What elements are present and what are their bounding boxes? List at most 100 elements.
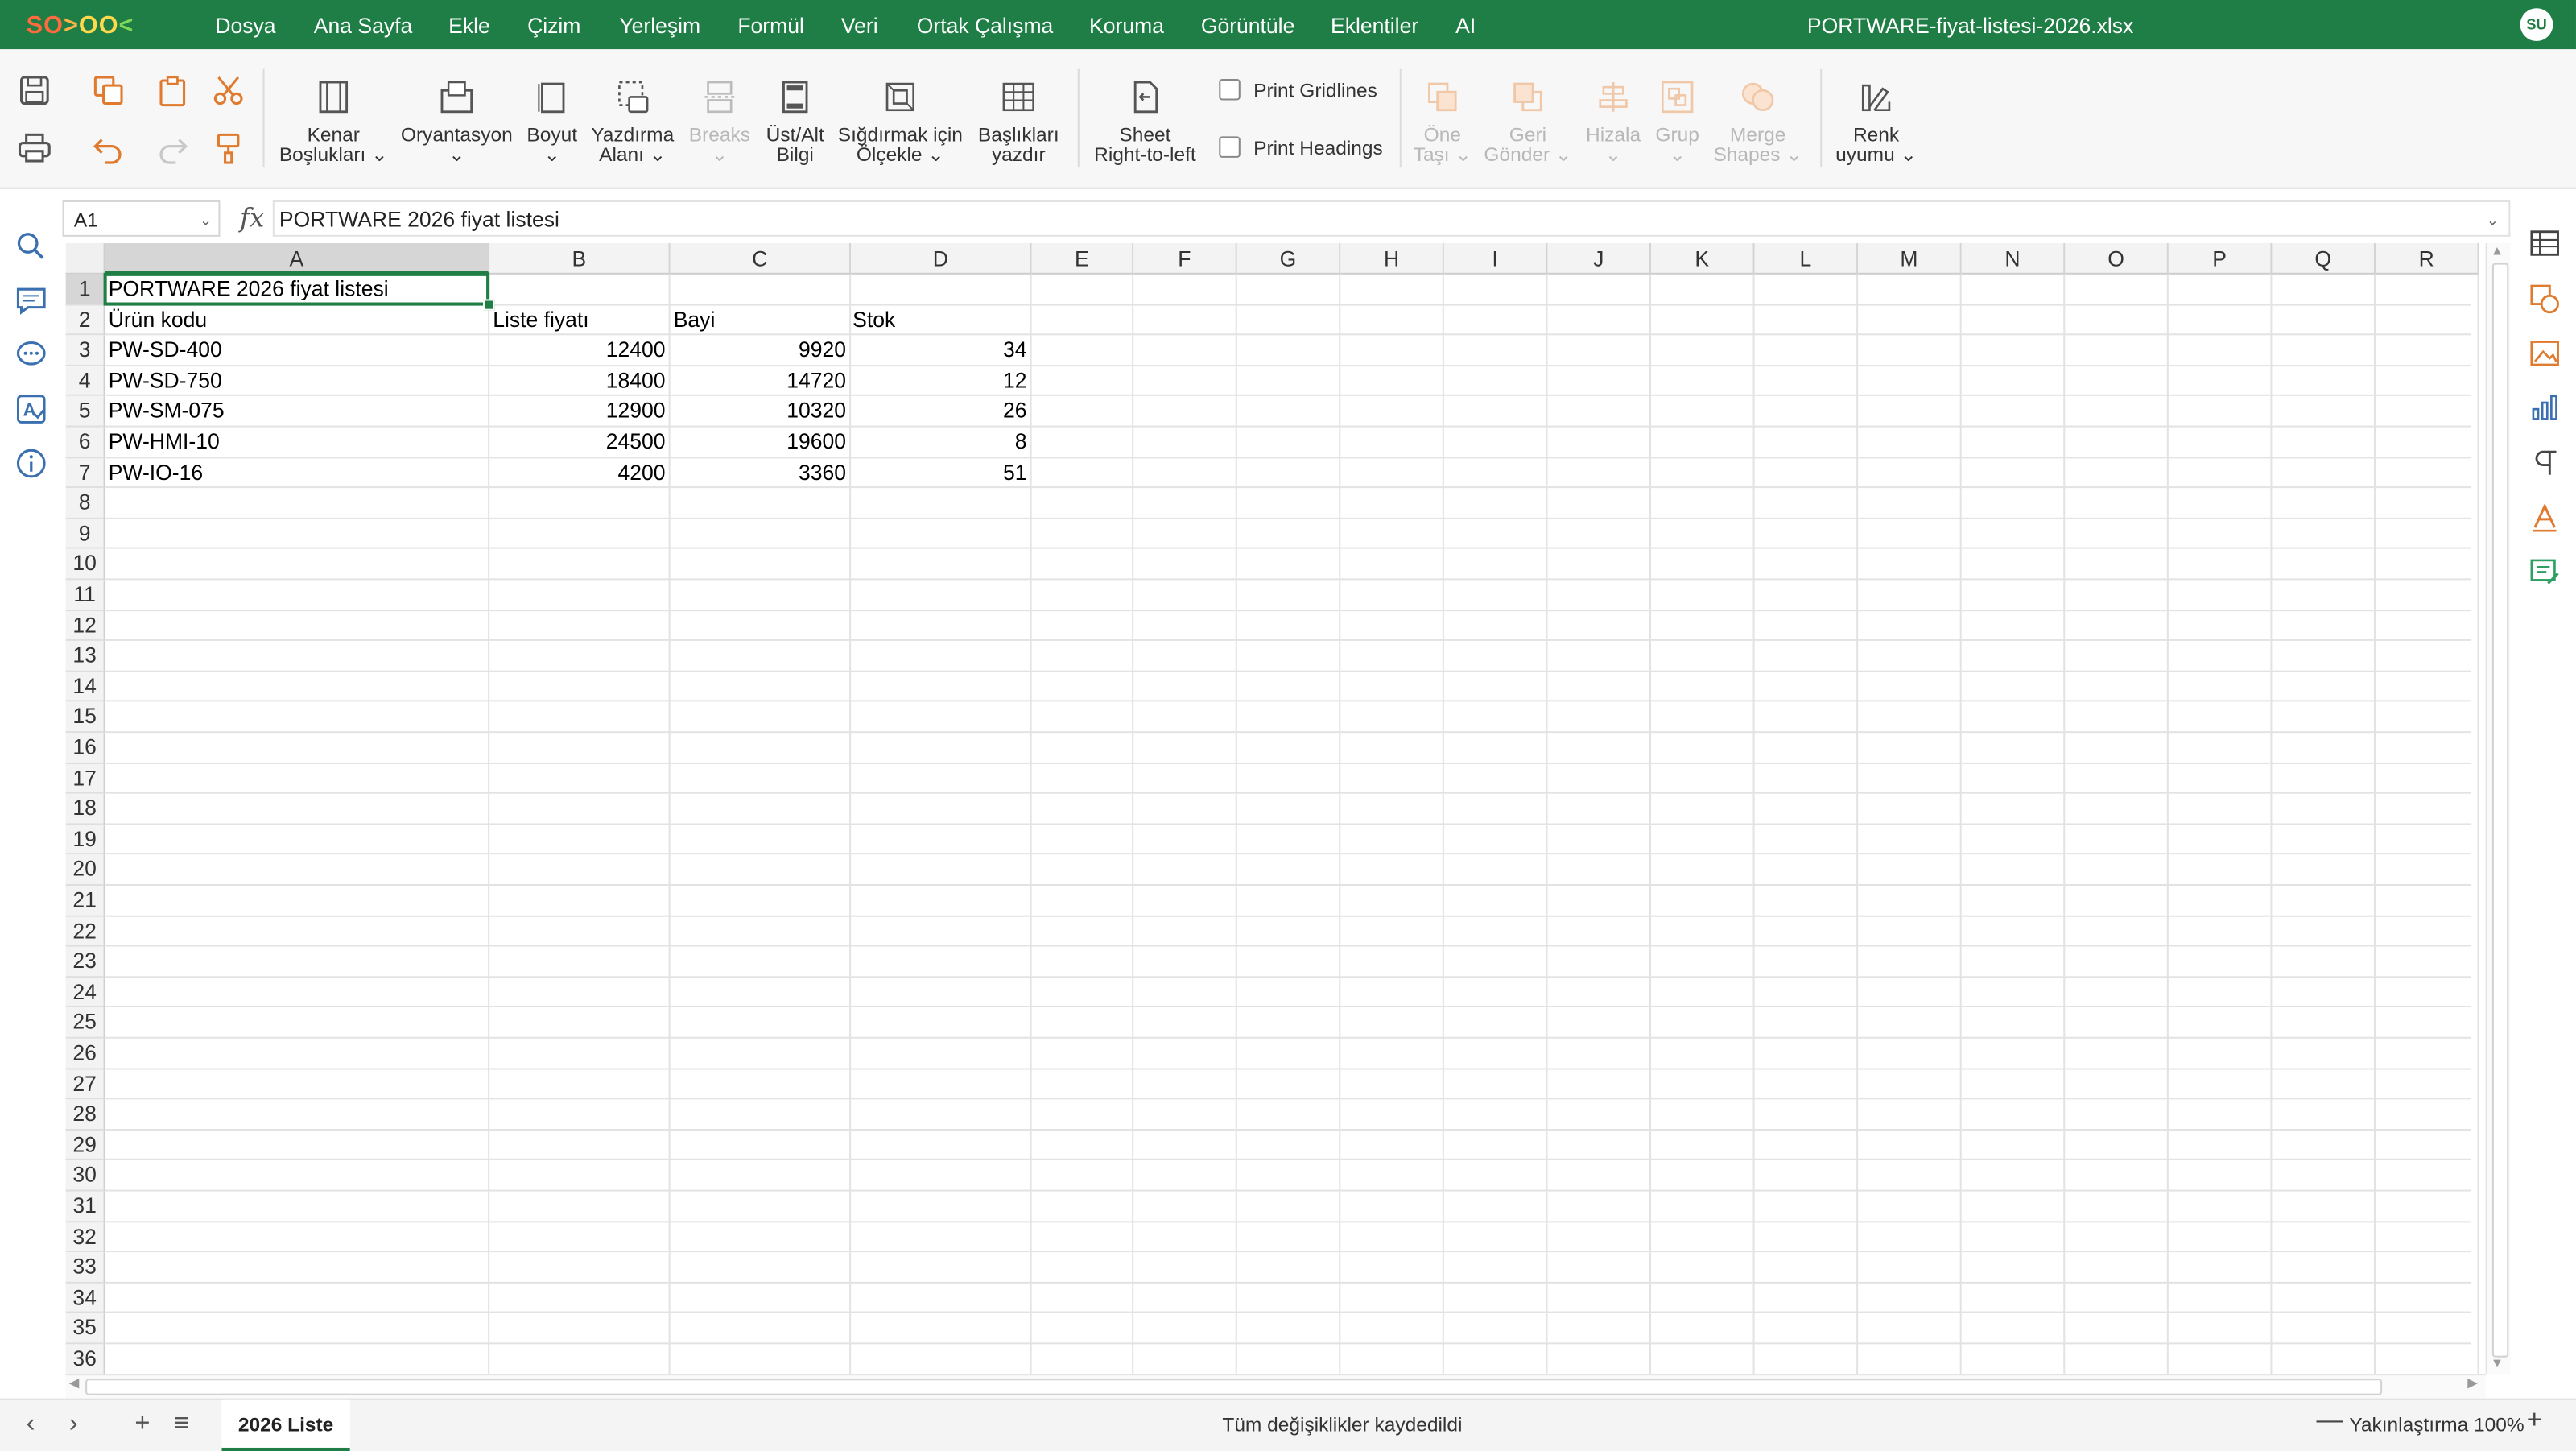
cut-icon[interactable] bbox=[210, 72, 246, 109]
cell-a2-header[interactable]: Ürün kodu bbox=[109, 306, 207, 336]
header-footer-button[interactable]: Üst/Alt Bilgi bbox=[759, 79, 832, 164]
column-header-i[interactable]: I bbox=[1443, 243, 1548, 275]
menu-yerlesim[interactable]: Yerleşim bbox=[619, 13, 700, 38]
cell-d4[interactable]: 12 bbox=[849, 366, 1027, 396]
row-header-9[interactable]: 9 bbox=[65, 519, 105, 550]
paragraph-settings-icon[interactable] bbox=[2529, 447, 2562, 480]
cell-a7[interactable]: PW-IO-16 bbox=[109, 458, 203, 488]
next-sheet-icon[interactable]: › bbox=[69, 1410, 78, 1440]
align-button[interactable]: Hizala ⌄ bbox=[1580, 79, 1646, 164]
scroll-up-icon[interactable]: ▲ bbox=[2491, 243, 2504, 258]
row-header-30[interactable]: 30 bbox=[65, 1160, 105, 1192]
fill-handle[interactable] bbox=[482, 299, 495, 311]
user-avatar[interactable]: SU bbox=[2520, 8, 2553, 42]
chevron-down-icon[interactable]: ⌄ bbox=[200, 202, 212, 238]
shape-settings-icon[interactable] bbox=[2529, 283, 2562, 316]
cell-b4[interactable]: 18400 bbox=[488, 366, 666, 396]
prev-sheet-icon[interactable]: ‹ bbox=[27, 1410, 35, 1440]
column-header-l[interactable]: L bbox=[1754, 243, 1859, 275]
sheet-tab[interactable]: 2026 Liste bbox=[221, 1399, 350, 1451]
cell-d6[interactable]: 8 bbox=[849, 428, 1027, 457]
merge-shapes-button[interactable]: Merge Shapes ⌄ bbox=[1712, 79, 1804, 164]
send-backward-button[interactable]: Geri Gönder ⌄ bbox=[1482, 79, 1574, 164]
column-header-b[interactable]: B bbox=[489, 243, 671, 275]
checkbox-box[interactable] bbox=[1219, 78, 1241, 101]
menu-ekle[interactable]: Ekle bbox=[448, 13, 490, 38]
scroll-thumb[interactable] bbox=[2491, 263, 2509, 1358]
cell-b6[interactable]: 24500 bbox=[488, 428, 666, 457]
redo-icon[interactable] bbox=[155, 130, 191, 166]
signature-icon[interactable] bbox=[2529, 556, 2562, 589]
sheet-list-icon[interactable]: ≡ bbox=[174, 1410, 189, 1440]
row-header-6[interactable]: 6 bbox=[65, 427, 105, 458]
name-box[interactable]: A1 ⌄ bbox=[62, 200, 221, 238]
column-header-g[interactable]: G bbox=[1236, 243, 1341, 275]
breaks-button[interactable]: Breaks ⌄ bbox=[687, 79, 753, 164]
column-header-r[interactable]: R bbox=[2375, 243, 2479, 275]
add-sheet-icon[interactable]: + bbox=[134, 1410, 150, 1440]
chat-icon[interactable] bbox=[14, 338, 47, 371]
column-header-h[interactable]: H bbox=[1340, 243, 1444, 275]
menu-dosya[interactable]: Dosya bbox=[215, 13, 275, 38]
scroll-right-icon[interactable]: ▶ bbox=[2467, 1375, 2478, 1390]
column-header-c[interactable]: C bbox=[670, 243, 852, 275]
chevron-down-icon[interactable]: ⌄ bbox=[2487, 202, 2499, 238]
row-header-33[interactable]: 33 bbox=[65, 1252, 105, 1284]
cell-a4[interactable]: PW-SD-750 bbox=[109, 366, 222, 396]
row-header-15[interactable]: 15 bbox=[65, 702, 105, 734]
size-button[interactable]: Boyut ⌄ bbox=[519, 79, 585, 164]
cell-a6[interactable]: PW-HMI-10 bbox=[109, 428, 220, 457]
cell-a3[interactable]: PW-SD-400 bbox=[109, 336, 222, 366]
row-header-10[interactable]: 10 bbox=[65, 549, 105, 581]
cell-c7[interactable]: 3360 bbox=[669, 458, 846, 488]
cell-c4[interactable]: 14720 bbox=[669, 366, 846, 396]
cell-c5[interactable]: 10320 bbox=[669, 397, 846, 427]
chart-settings-icon[interactable] bbox=[2529, 391, 2562, 424]
cell-b3[interactable]: 12400 bbox=[488, 336, 666, 366]
column-header-q[interactable]: Q bbox=[2272, 243, 2376, 275]
row-header-26[interactable]: 26 bbox=[65, 1038, 105, 1069]
menu-goruntule[interactable]: Görüntüle bbox=[1201, 13, 1295, 38]
info-icon[interactable] bbox=[14, 447, 47, 480]
cell-settings-icon[interactable] bbox=[2529, 227, 2562, 260]
menu-ortak-calisma[interactable]: Ortak Çalışma bbox=[917, 13, 1054, 38]
row-header-28[interactable]: 28 bbox=[65, 1099, 105, 1131]
row-header-22[interactable]: 22 bbox=[65, 916, 105, 947]
search-icon[interactable] bbox=[14, 230, 47, 263]
scroll-left-icon[interactable]: ◀ bbox=[69, 1375, 80, 1390]
cell-b5[interactable]: 12900 bbox=[488, 397, 666, 427]
row-header-31[interactable]: 31 bbox=[65, 1191, 105, 1222]
scale-to-fit-button[interactable]: Sığdırmak için Ölçekle ⌄ bbox=[835, 79, 966, 164]
row-header-23[interactable]: 23 bbox=[65, 946, 105, 978]
sheet-rtl-button[interactable]: Sheet Right-to-left bbox=[1088, 79, 1203, 164]
menu-eklentiler[interactable]: Eklentiler bbox=[1331, 13, 1418, 38]
row-header-7[interactable]: 7 bbox=[65, 457, 105, 489]
horizontal-scrollbar[interactable]: ◀ ▶ bbox=[65, 1374, 2486, 1399]
orientation-button[interactable]: Oryantasyon ⌄ bbox=[394, 79, 519, 164]
text-art-icon[interactable] bbox=[2529, 501, 2562, 534]
comment-icon[interactable] bbox=[14, 284, 47, 317]
column-header-a[interactable]: A bbox=[105, 243, 490, 275]
vertical-scrollbar[interactable]: ▲ ▼ bbox=[2485, 243, 2511, 1375]
print-gridlines-checkbox[interactable]: Print Gridlines bbox=[1219, 78, 1377, 102]
menu-cizim[interactable]: Çizim bbox=[527, 13, 580, 38]
cell-c3[interactable]: 9920 bbox=[669, 336, 846, 366]
cell-c2-header[interactable]: Bayi bbox=[674, 306, 716, 336]
column-header-d[interactable]: D bbox=[851, 243, 1032, 275]
spellcheck-icon[interactable]: A bbox=[14, 393, 47, 426]
row-header-20[interactable]: 20 bbox=[65, 855, 105, 886]
cell-d3[interactable]: 34 bbox=[849, 336, 1027, 366]
column-header-f[interactable]: F bbox=[1133, 243, 1237, 275]
row-header-12[interactable]: 12 bbox=[65, 610, 105, 642]
row-header-17[interactable]: 17 bbox=[65, 763, 105, 795]
menu-veri[interactable]: Veri bbox=[841, 13, 878, 38]
row-header-25[interactable]: 25 bbox=[65, 1007, 105, 1039]
zoom-out-icon[interactable]: — bbox=[2317, 1407, 2343, 1437]
row-header-29[interactable]: 29 bbox=[65, 1130, 105, 1161]
row-header-13[interactable]: 13 bbox=[65, 641, 105, 672]
margins-button[interactable]: Kenar Boşlukları ⌄ bbox=[275, 79, 393, 164]
print-titles-button[interactable]: Başlıkları yazdır bbox=[972, 79, 1064, 164]
menu-koruma[interactable]: Koruma bbox=[1089, 13, 1164, 38]
cell-d5[interactable]: 26 bbox=[849, 397, 1027, 427]
bring-forward-button[interactable]: Öne Taşı ⌄ bbox=[1410, 79, 1476, 164]
